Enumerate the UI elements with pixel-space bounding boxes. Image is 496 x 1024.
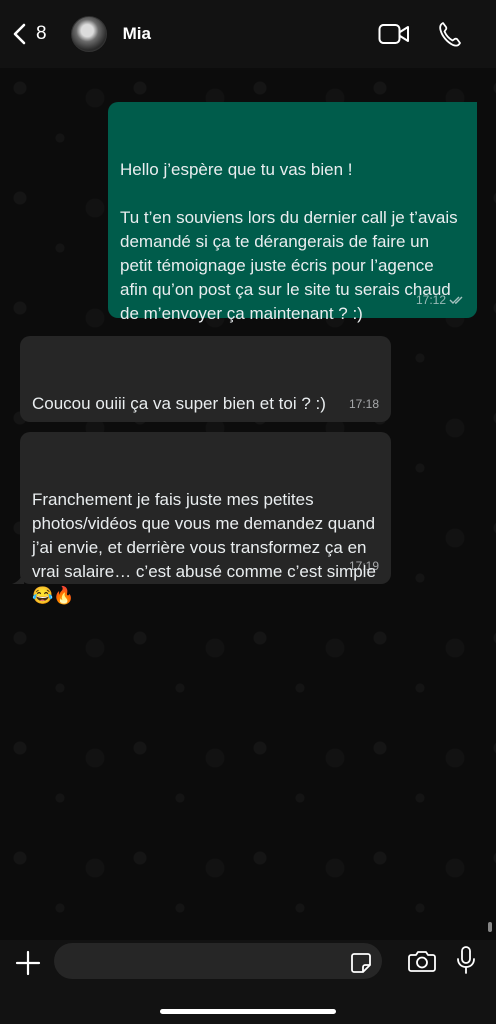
double-check-icon [449, 296, 463, 304]
bubble-tail [12, 572, 24, 584]
home-indicator[interactable] [160, 1009, 336, 1014]
microphone-icon[interactable] [455, 945, 477, 975]
message-time: 17:19 [348, 559, 379, 573]
phone-icon[interactable] [438, 21, 462, 47]
message-bubble-outgoing[interactable]: Hello j’espère que tu vas bien ! Tu t’en… [108, 102, 477, 323]
unread-count: 8 [36, 23, 47, 44]
back-button[interactable]: 8 [12, 23, 47, 45]
camera-icon[interactable] [408, 949, 436, 973]
scrollbar[interactable] [488, 922, 492, 932]
message-list[interactable]: Hello j’espère que tu vas bien ! Tu t’en… [0, 68, 496, 940]
sticker-icon[interactable] [350, 952, 372, 974]
message-bubble-incoming[interactable]: Franchement je fais juste mes petites ph… [20, 432, 391, 605]
message-time: 17:18 [348, 397, 379, 411]
message-meta: 17:12 [416, 288, 465, 312]
message-bubble-incoming[interactable]: Coucou ouiii ça va super bien et toi ? :… [20, 336, 391, 461]
plus-icon[interactable] [14, 949, 42, 977]
message-meta: 17:18 [349, 392, 379, 416]
message-text: Hello j’espère que tu vas bien ! Tu t’en… [120, 160, 458, 323]
message-meta: 17:19 [349, 554, 379, 578]
message-input[interactable] [54, 943, 382, 979]
contact-name[interactable]: Mia [123, 24, 151, 44]
message-time: 17:12 [415, 293, 446, 307]
chevron-left-icon [13, 23, 26, 45]
video-call-icon[interactable] [378, 23, 410, 45]
avatar[interactable] [70, 16, 107, 52]
message-text: Franchement je fais juste mes petites ph… [32, 490, 381, 605]
chat-header: 8 Mia [0, 0, 496, 68]
